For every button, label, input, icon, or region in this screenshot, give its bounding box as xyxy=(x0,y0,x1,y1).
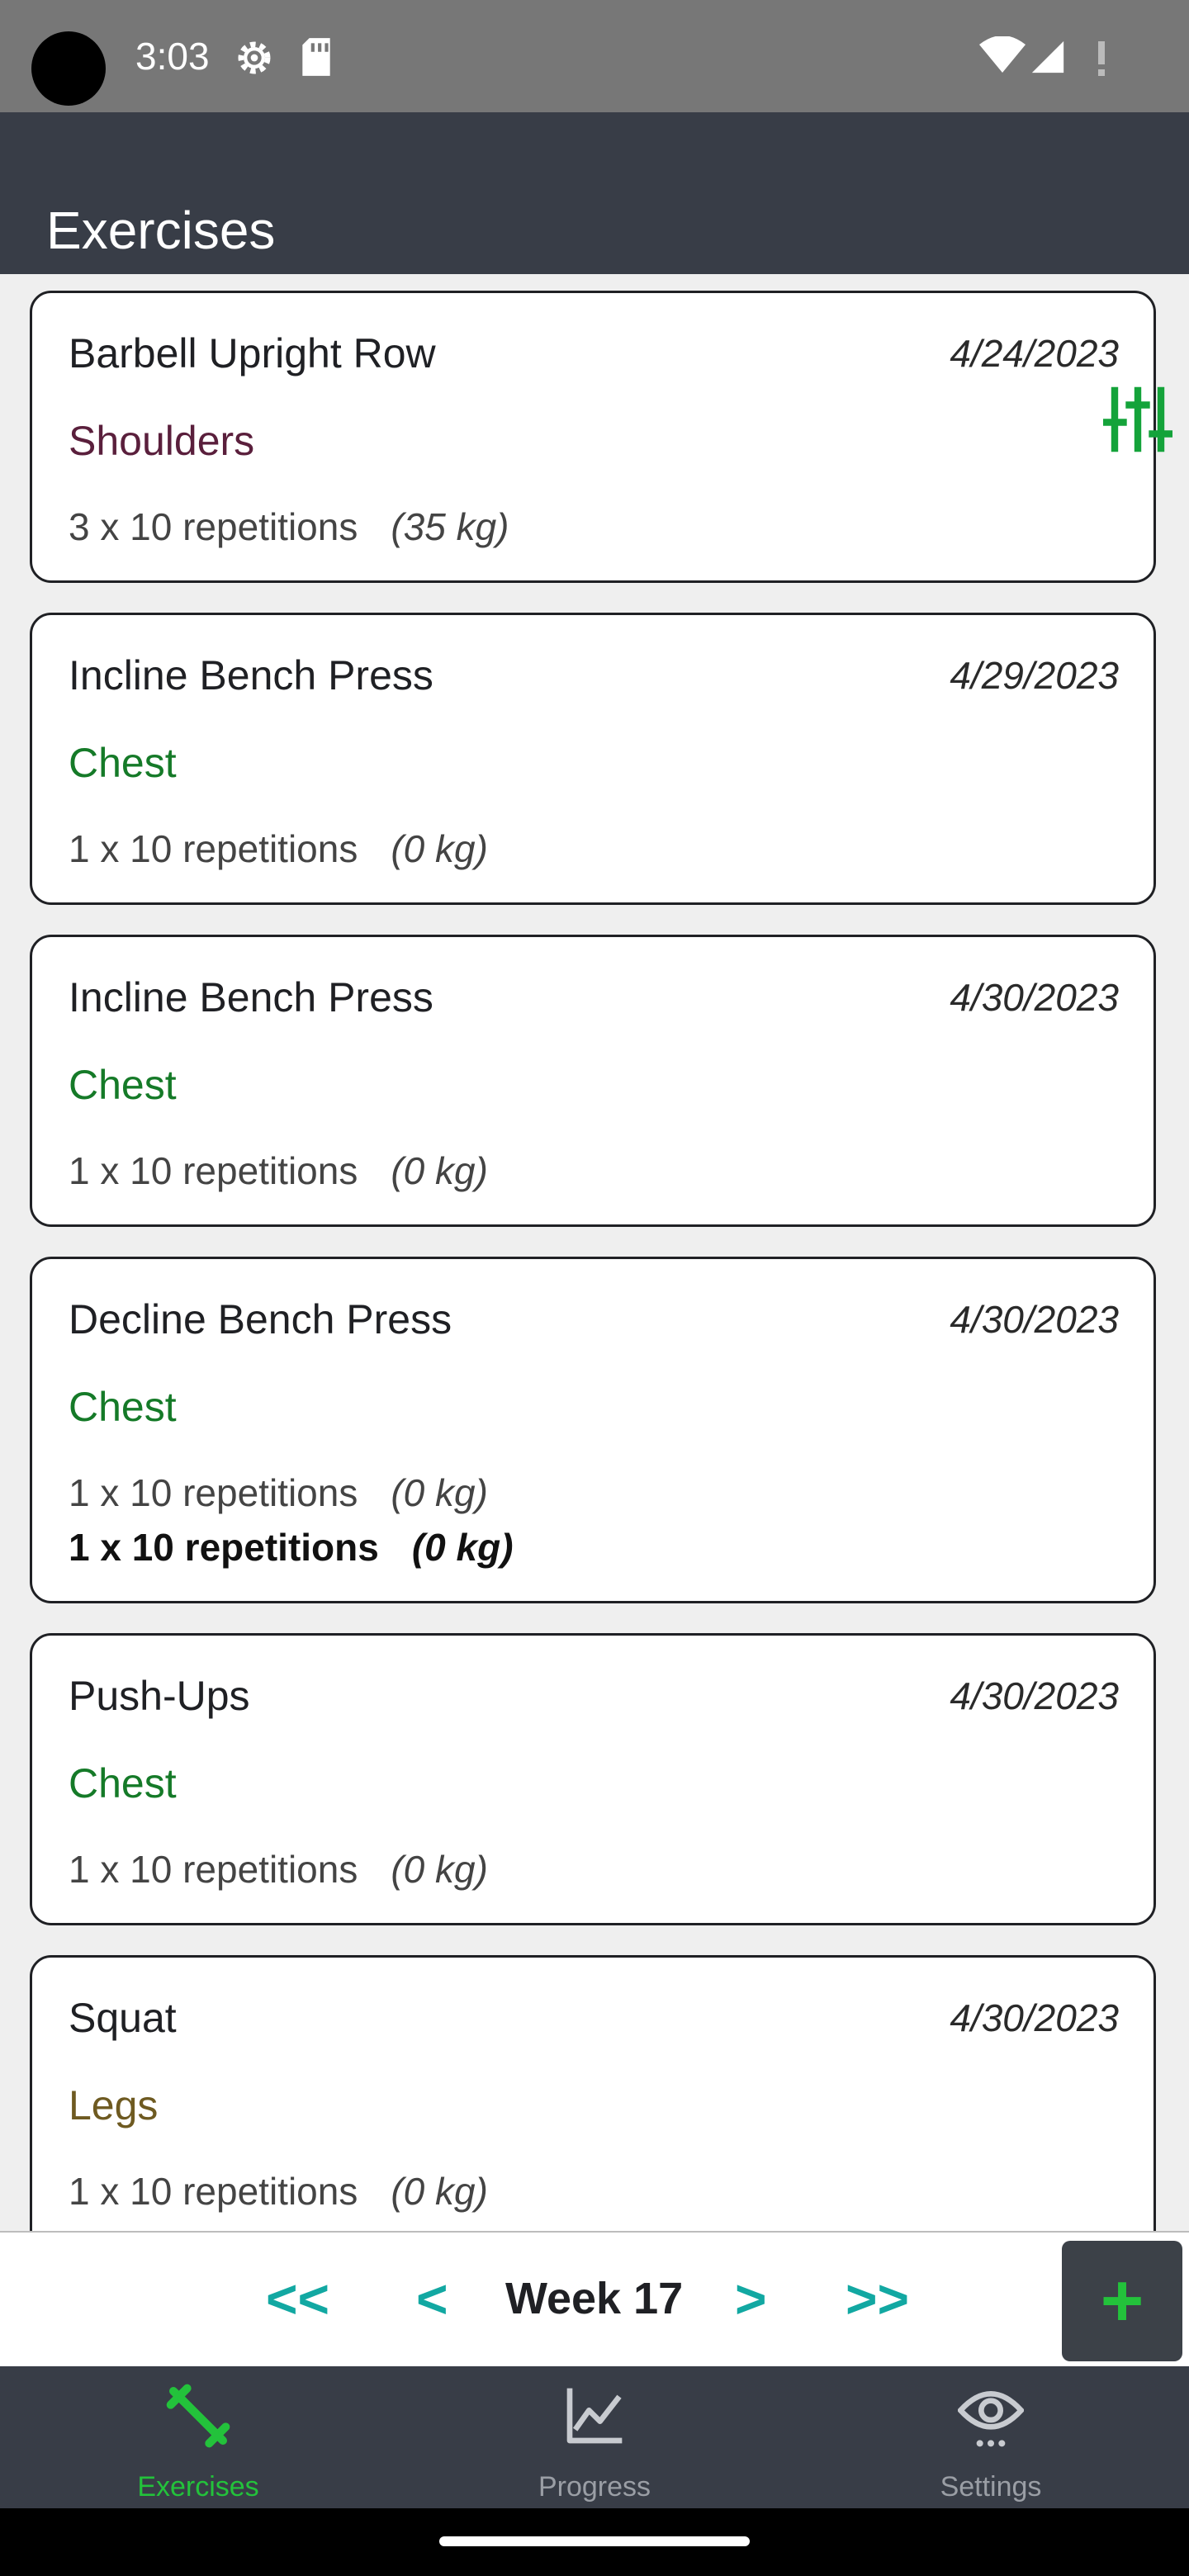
next-week-button[interactable]: > xyxy=(735,2266,767,2332)
nav-label-settings: Settings xyxy=(940,2471,1042,2503)
set-weight: (0 kg) xyxy=(391,1149,488,1192)
exercise-name: Barbell Upright Row xyxy=(69,330,436,376)
exercise-name: Push-Ups xyxy=(69,1673,250,1719)
bottom-navigation: Exercises Progress Settings xyxy=(0,2366,1189,2508)
week-label: Week 17 xyxy=(505,2274,684,2323)
sliders-icon[interactable] xyxy=(1103,385,1172,454)
muscle-group: Chest xyxy=(69,1062,177,1108)
exercise-date: 4/30/2023 xyxy=(950,1298,1119,1341)
app-bar: Exercises xyxy=(0,112,1189,274)
set-reps: 1 x 10 repetitions xyxy=(69,1471,358,1514)
set-weight: (0 kg) xyxy=(411,1526,514,1569)
exercise-card[interactable]: Decline Bench Press 4/30/2023 Chest 1 x … xyxy=(30,1257,1156,1603)
set-row: 1 x 10 repetitions (0 kg) xyxy=(69,1844,488,1895)
exercise-name: Incline Bench Press xyxy=(69,974,433,1020)
nav-item-progress[interactable]: Progress xyxy=(495,2366,694,2508)
exercise-date: 4/30/2023 xyxy=(950,976,1119,1019)
exercise-date: 4/29/2023 xyxy=(950,654,1119,697)
exercise-card[interactable]: Squat 4/30/2023 Legs 1 x 10 repetitions (… xyxy=(30,1955,1156,2231)
exercise-card[interactable]: Incline Bench Press 4/30/2023 Chest 1 x … xyxy=(30,935,1156,1227)
dumbbell-icon xyxy=(166,2384,230,2448)
plus-icon: + xyxy=(1100,2260,1144,2342)
status-time: 3:03 xyxy=(135,35,210,78)
set-weight: (0 kg) xyxy=(391,827,488,870)
set-row: 1 x 10 repetitions (0 kg) xyxy=(69,2166,488,2217)
set-reps: 3 x 10 repetitions xyxy=(69,505,358,548)
set-weight: (0 kg) xyxy=(391,1848,488,1891)
muscle-group: Chest xyxy=(69,1760,177,1807)
exercise-card[interactable]: Barbell Upright Row 4/24/2023 Shoulders … xyxy=(30,291,1156,583)
set-weight: (0 kg) xyxy=(391,1471,488,1514)
set-row: 1 x 10 repetitions (0 kg) xyxy=(69,1145,488,1196)
set-row: 1 x 10 repetitions (0 kg) xyxy=(69,1467,488,1518)
eye-icon xyxy=(958,2391,1024,2447)
exercise-name: Incline Bench Press xyxy=(69,652,433,698)
alert-icon xyxy=(1098,41,1105,76)
week-navigation: << < Week 17 > >> + xyxy=(0,2231,1189,2368)
cell-signal-icon xyxy=(1031,40,1064,73)
gesture-bar xyxy=(0,2508,1189,2576)
set-reps: 1 x 10 repetitions xyxy=(69,1526,379,1569)
exercise-date: 4/30/2023 xyxy=(950,1674,1119,1717)
muscle-group: Shoulders xyxy=(69,418,255,464)
status-bar: 3:03 xyxy=(0,0,1189,112)
muscle-group: Legs xyxy=(69,2082,159,2129)
last-week-button[interactable]: >> xyxy=(846,2266,909,2332)
previous-week-button[interactable]: < xyxy=(416,2266,448,2332)
nav-label-progress: Progress xyxy=(538,2471,651,2503)
sd-card-icon xyxy=(302,38,330,76)
set-reps: 1 x 10 repetitions xyxy=(69,1848,358,1891)
set-weight: (35 kg) xyxy=(391,505,509,548)
settings-gear-icon xyxy=(238,41,271,74)
exercise-date: 4/24/2023 xyxy=(950,332,1119,375)
nav-item-exercises[interactable]: Exercises xyxy=(99,2366,297,2508)
exercise-name: Decline Bench Press xyxy=(69,1296,452,1342)
set-reps: 1 x 10 repetitions xyxy=(69,2170,358,2213)
home-gesture-handle[interactable] xyxy=(439,2536,750,2546)
line-chart-icon xyxy=(566,2388,623,2444)
set-row: 1 x 10 repetitions (0 kg) xyxy=(69,823,488,874)
wifi-icon xyxy=(979,36,1026,73)
set-reps: 1 x 10 repetitions xyxy=(69,1149,358,1192)
camera-cutout xyxy=(31,31,106,106)
set-row: 1 x 10 repetitions (0 kg) xyxy=(69,1522,514,1573)
muscle-group: Chest xyxy=(69,1384,177,1430)
set-reps: 1 x 10 repetitions xyxy=(69,827,358,870)
exercise-list[interactable]: Barbell Upright Row 4/24/2023 Shoulders … xyxy=(0,274,1189,2231)
set-weight: (0 kg) xyxy=(391,2170,488,2213)
nav-item-settings[interactable]: Settings xyxy=(892,2366,1090,2508)
set-row: 3 x 10 repetitions (35 kg) xyxy=(69,501,509,552)
exercise-card[interactable]: Incline Bench Press 4/29/2023 Chest 1 x … xyxy=(30,613,1156,905)
add-exercise-button[interactable]: + xyxy=(1062,2241,1182,2361)
exercise-card[interactable]: Push-Ups 4/30/2023 Chest 1 x 10 repetiti… xyxy=(30,1633,1156,1925)
exercise-date: 4/30/2023 xyxy=(950,1996,1119,2039)
first-week-button[interactable]: << xyxy=(266,2266,329,2332)
exercise-name: Squat xyxy=(69,1995,177,2041)
page-title: Exercises xyxy=(46,200,276,260)
nav-label-exercises: Exercises xyxy=(137,2471,259,2503)
muscle-group: Chest xyxy=(69,740,177,786)
